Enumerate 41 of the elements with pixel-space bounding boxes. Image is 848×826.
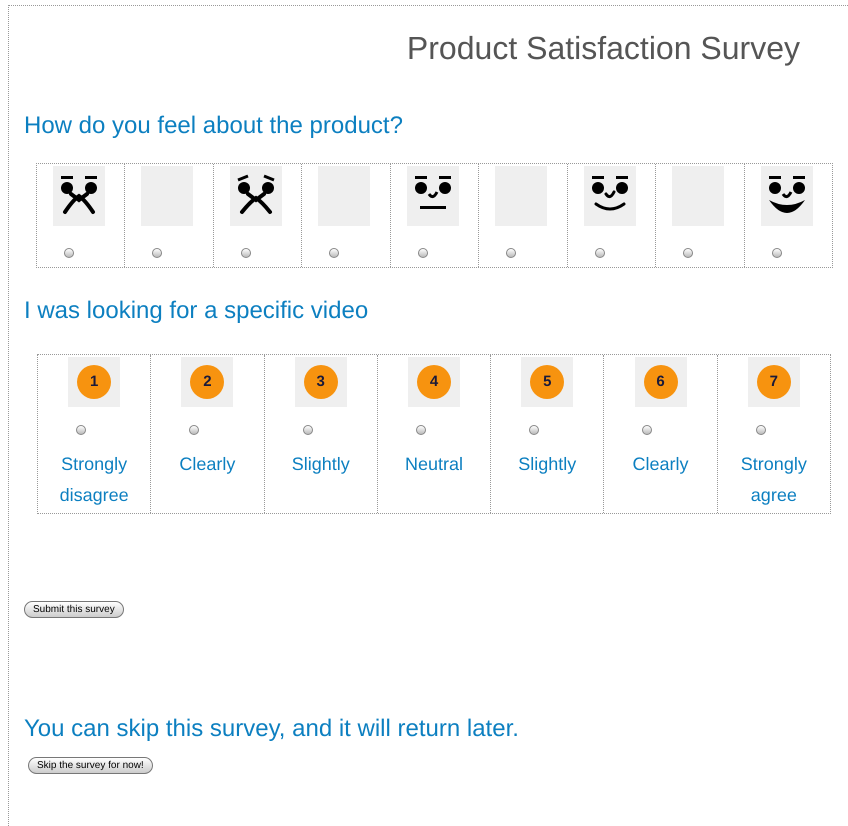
- radio-button[interactable]: [756, 425, 766, 435]
- radio-button[interactable]: [416, 425, 426, 435]
- number-badge: 5: [530, 365, 564, 399]
- number-badge: 1: [77, 365, 112, 399]
- radio-button[interactable]: [683, 248, 694, 258]
- option-label: Clearly: [178, 453, 236, 476]
- face-icon: [53, 166, 105, 226]
- face-icon: [760, 166, 812, 226]
- number-badge: 7: [756, 365, 791, 399]
- question-heading: How do you feel about the product?: [24, 111, 404, 141]
- radio-button[interactable]: [418, 248, 428, 258]
- number-badge: 2: [190, 365, 224, 399]
- option-label: Neutral: [404, 453, 464, 476]
- radio-button[interactable]: [152, 248, 162, 258]
- number-badge: 4: [416, 365, 451, 399]
- number-badge: 3: [304, 365, 338, 399]
- radio-button[interactable]: [302, 425, 313, 435]
- skip-note: You can skip this survey, and it will return later.: [24, 714, 520, 744]
- option-label: Clearly: [632, 453, 690, 476]
- face-icon: [230, 166, 282, 226]
- option-label: Strongly disagree: [58, 453, 130, 507]
- number-badge: 6: [644, 365, 678, 399]
- radio-button[interactable]: [772, 248, 782, 258]
- radio-button[interactable]: [189, 425, 200, 435]
- question-heading: I was looking for a specific video: [24, 296, 370, 326]
- radio-button[interactable]: [76, 425, 86, 435]
- radio-button[interactable]: [594, 248, 605, 258]
- submit-button[interactable]: Submit this survey: [24, 601, 124, 618]
- option-label: Strongly agree: [740, 453, 808, 507]
- survey-title: Product Satisfaction Survey: [406, 29, 800, 68]
- option-label: Slightly: [517, 453, 578, 476]
- radio-button[interactable]: [506, 248, 516, 258]
- radio-button[interactable]: [329, 248, 340, 258]
- radio-button[interactable]: [642, 425, 652, 435]
- face-icon: [406, 166, 459, 226]
- skip-button[interactable]: Skip the survey for now!: [28, 757, 153, 774]
- radio-button[interactable]: [64, 248, 74, 258]
- option-label: Slightly: [290, 453, 351, 476]
- radio-button[interactable]: [529, 425, 540, 435]
- face-icon: [584, 166, 636, 226]
- radio-button[interactable]: [240, 248, 251, 258]
